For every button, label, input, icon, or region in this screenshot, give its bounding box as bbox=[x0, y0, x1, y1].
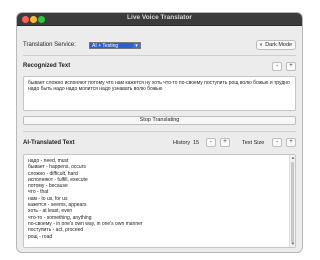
scroll-down-icon[interactable]: ▼ bbox=[290, 241, 295, 247]
dark-mode-button[interactable]: ◐ Dark Mode bbox=[256, 40, 296, 50]
divider bbox=[23, 55, 296, 56]
recognized-decrease-button[interactable]: - bbox=[272, 62, 282, 71]
translation-service-select[interactable]: AI + Testing ▾ bbox=[89, 42, 141, 49]
text-size-decrease-button[interactable]: - bbox=[272, 138, 282, 147]
translation-service-value: AI + Testing bbox=[90, 43, 134, 48]
recognized-text-title: Recognized Text bbox=[23, 63, 71, 69]
scroll-up-icon[interactable]: ▲ bbox=[290, 155, 295, 161]
history-increase-button[interactable]: + bbox=[220, 138, 230, 147]
text-size-label: Text Size bbox=[242, 140, 265, 146]
app-window: Live Voice Translator Translation Servic… bbox=[16, 12, 303, 253]
recognized-increase-button[interactable]: + bbox=[286, 62, 296, 71]
window-title: Live Voice Translator bbox=[127, 14, 192, 21]
scroll-thumb[interactable] bbox=[291, 162, 294, 244]
recognized-text-area[interactable]: бывает сложно испоняют потому что нам ка… bbox=[23, 76, 296, 111]
half-moon-icon: ◐ bbox=[259, 42, 264, 48]
history-value: 15 bbox=[193, 140, 200, 146]
title-bar: Live Voice Translator bbox=[17, 13, 302, 26]
vertical-scrollbar[interactable]: ▲ ▼ bbox=[289, 155, 295, 247]
translated-text-area[interactable]: надо - need, must бывает - happens, occu… bbox=[23, 154, 296, 248]
translated-line: рощ - road bbox=[28, 233, 53, 240]
history-label: History bbox=[173, 140, 191, 146]
dark-mode-label: Dark Mode bbox=[265, 42, 293, 48]
translation-service-label: Translation Service: bbox=[23, 42, 76, 48]
main-content: Translation Service: AI + Testing ▾ ◐ Da… bbox=[23, 26, 296, 252]
history-decrease-button[interactable]: - bbox=[206, 138, 216, 147]
chevron-down-icon: ▾ bbox=[133, 43, 140, 48]
translated-text-title: AI-Translated Text bbox=[23, 140, 75, 146]
translated-lines: надо - need, must бывает - happens, occu… bbox=[24, 155, 295, 243]
divider bbox=[23, 131, 296, 132]
stop-translating-button[interactable]: Stop Translating bbox=[23, 116, 296, 125]
text-size-increase-button[interactable]: + bbox=[286, 138, 296, 147]
